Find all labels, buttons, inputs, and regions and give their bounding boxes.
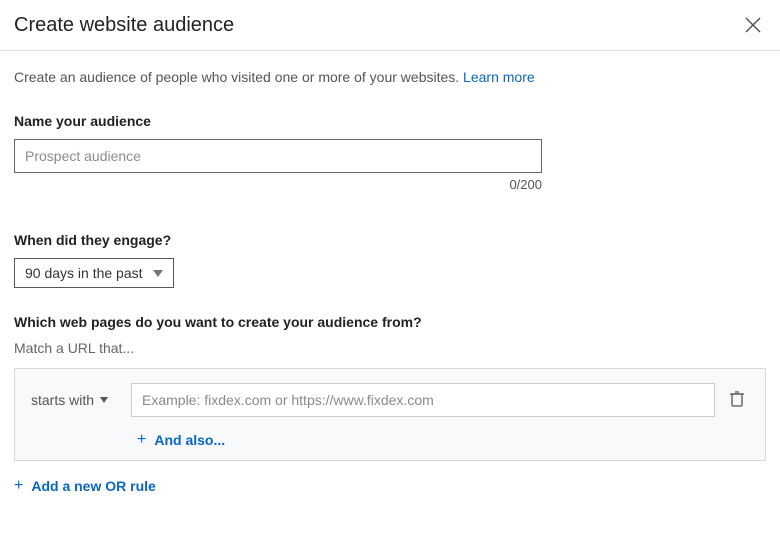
close-button[interactable] — [740, 12, 766, 38]
url-rule-row: starts with — [31, 383, 749, 417]
url-input[interactable] — [131, 383, 715, 417]
engage-label: When did they engage? — [14, 232, 766, 248]
plus-icon: + — [14, 478, 23, 494]
audience-name-input[interactable] — [14, 139, 542, 173]
dialog-title: Create website audience — [14, 14, 234, 37]
match-url-label: Match a URL that... — [14, 340, 766, 356]
chevron-down-icon — [100, 397, 108, 403]
plus-icon: + — [137, 432, 146, 448]
name-label: Name your audience — [14, 113, 766, 129]
add-and-rule-button[interactable]: + And also... — [137, 432, 225, 448]
engage-timeframe-select[interactable]: 90 days in the past — [14, 258, 174, 288]
engage-selected-value: 90 days in the past — [25, 265, 143, 281]
add-or-rule-button[interactable]: + Add a new OR rule — [14, 478, 156, 494]
url-rule-box: starts with + And also... — [14, 368, 766, 461]
learn-more-link[interactable]: Learn more — [463, 69, 535, 85]
pages-label: Which web pages do you want to create yo… — [14, 314, 766, 330]
delete-rule-button[interactable] — [725, 386, 749, 415]
or-rule-label: Add a new OR rule — [31, 478, 155, 494]
chevron-down-icon — [153, 270, 163, 277]
url-operator-select[interactable]: starts with — [31, 388, 121, 412]
name-char-counter: 0/200 — [14, 177, 542, 192]
and-also-label: And also... — [154, 432, 225, 448]
close-icon — [744, 16, 762, 34]
dialog-header: Create website audience — [0, 0, 780, 51]
description-body: Create an audience of people who visited… — [14, 69, 463, 85]
dialog-content: Create an audience of people who visited… — [0, 51, 780, 514]
url-operator-value: starts with — [31, 392, 94, 408]
description-text: Create an audience of people who visited… — [14, 69, 766, 85]
trash-icon — [729, 390, 745, 408]
